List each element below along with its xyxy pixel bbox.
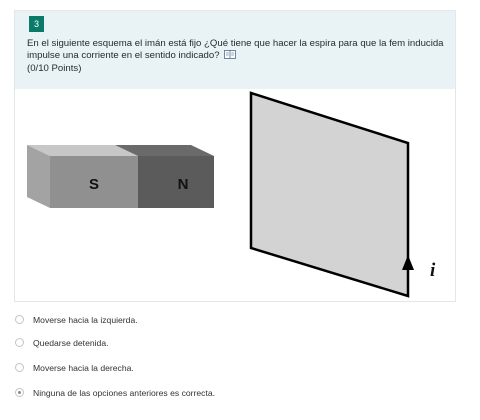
question-number-badge: 3 [29,16,44,32]
radio-button[interactable] [15,338,24,347]
quiz-page: 3 En el siguiente esquema el imán está f… [0,0,480,420]
option-label: Moverse hacia la izquierda. [33,315,138,325]
option-label: Ninguna de las opciones anteriores es co… [33,388,216,398]
conducting-loop [249,91,410,298]
magnet-s-label: S [89,176,99,193]
radio-button[interactable] [15,363,24,372]
question-points: (0/10 Points) [27,63,82,74]
radio-button-selected[interactable] [15,388,24,397]
question-text: En el siguiente esquema el imán está fij… [27,38,447,61]
question-card: 3 En el siguiente esquema el imán está f… [14,10,456,302]
option-label: Moverse hacia la derecha. [33,363,134,373]
immersive-reader-icon[interactable] [224,49,237,59]
option-label: Quedarse detenida. [33,338,109,348]
question-header: 3 En el siguiente esquema el imán está f… [15,11,455,89]
magnet-loop-diagram: S N i [27,91,436,298]
magnet-s-side [27,145,50,208]
radio-button[interactable] [15,315,24,324]
magnet-n-label: N [178,176,189,193]
current-label: i [430,260,436,281]
magnet-n-front [138,156,214,208]
question-figure: S N i [15,89,455,301]
